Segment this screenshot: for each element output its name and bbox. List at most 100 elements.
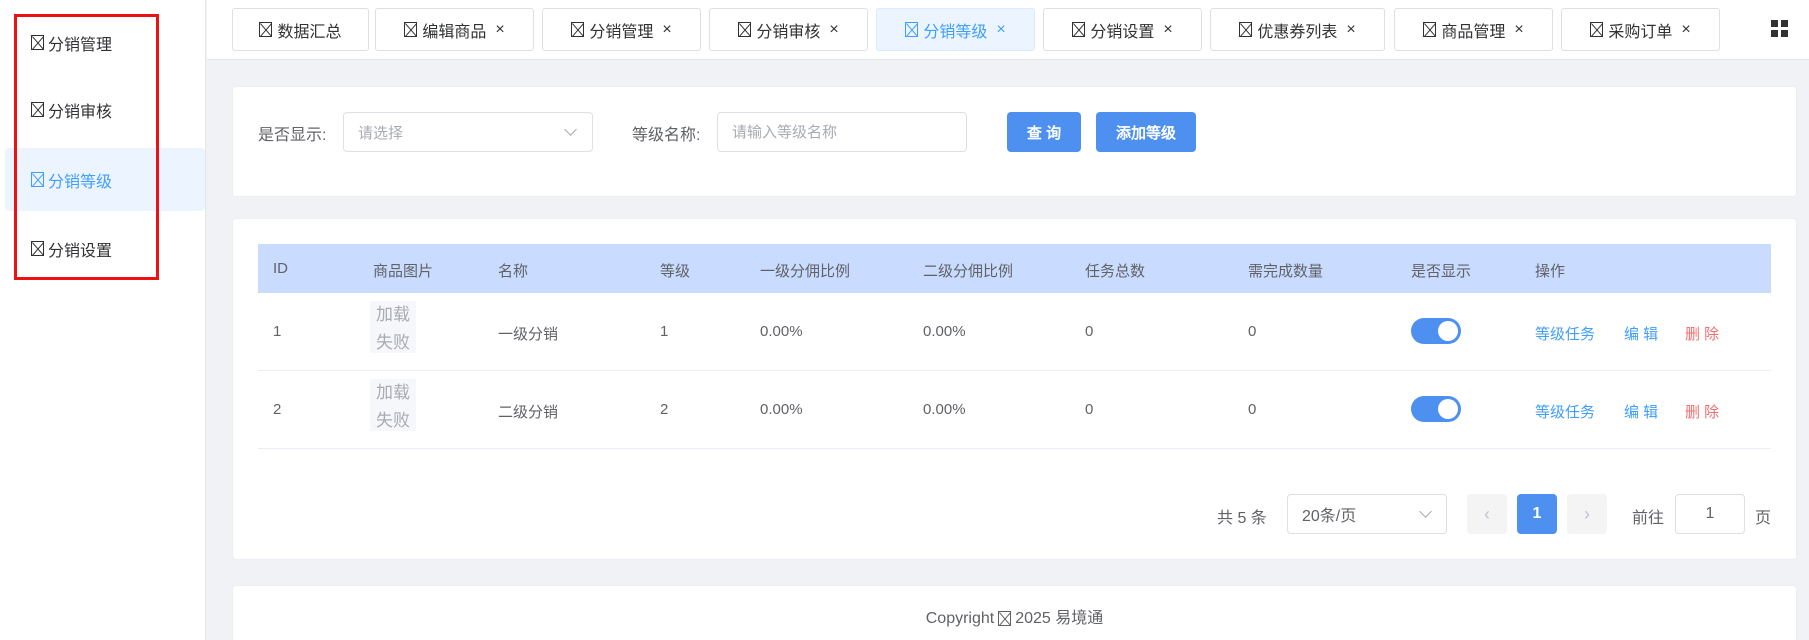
sidebar-item-distribution-management[interactable]: 分销管理	[5, 11, 205, 74]
page-size-value: 20条/页	[1302, 508, 1357, 525]
show-toggle[interactable]	[1411, 396, 1461, 422]
column-header: 名称	[498, 263, 529, 280]
add-level-button[interactable]: 添加等级	[1096, 112, 1196, 152]
cell-required: 0	[1248, 323, 1257, 340]
query-button[interactable]: 查 询	[1007, 112, 1081, 152]
level-name-input[interactable]	[717, 112, 967, 152]
delete-link[interactable]: 删 除	[1685, 401, 1719, 422]
column-header: 二级分佣比例	[923, 263, 1014, 280]
broken-icon	[31, 102, 44, 117]
close-icon[interactable]: ×	[495, 21, 504, 38]
broken-icon	[571, 22, 585, 37]
cell-id: 2	[273, 401, 282, 418]
table-header: ID 商品图片 名称 等级 一级分佣比例 二级分佣比例 任务总数 需完成数量 是…	[258, 244, 1771, 293]
level-task-link[interactable]: 等级任务	[1535, 323, 1595, 344]
broken-icon	[738, 22, 752, 37]
show-toggle[interactable]	[1411, 318, 1461, 344]
image-fail-text: 加载	[376, 383, 410, 402]
copyright-suffix: 2025 易境通	[1015, 610, 1104, 627]
tab-label: 分销等级	[923, 23, 988, 41]
column-header: ID	[273, 260, 288, 277]
copyright-icon	[998, 611, 1012, 627]
image-fail-text: 失败	[376, 333, 410, 352]
chevron-down-icon	[564, 123, 577, 136]
tab-label: 编辑商品	[422, 23, 487, 41]
edit-link[interactable]: 编 辑	[1624, 401, 1658, 422]
pagination-total: 共 5 条	[1217, 510, 1267, 527]
sidebar: 分销管理 分销审核 分销等级 分销设置	[0, 0, 206, 640]
next-page-button[interactable]: ›	[1567, 494, 1607, 534]
goto-page-input[interactable]	[1675, 494, 1745, 534]
cell-id: 1	[273, 323, 282, 340]
tab-product-management[interactable]: 商品管理 ×	[1394, 8, 1553, 51]
copyright-prefix: Copyright	[925, 610, 995, 627]
close-icon[interactable]: ×	[1681, 21, 1690, 38]
image-fail-text: 失败	[376, 411, 410, 430]
sidebar-item-distribution-level[interactable]: 分销等级	[5, 148, 205, 211]
close-icon[interactable]: ×	[996, 21, 1005, 38]
tab-edit-product[interactable]: 编辑商品 ×	[375, 8, 534, 51]
cell-rate2: 0.00%	[923, 401, 966, 418]
level-name-label: 等级名称:	[632, 127, 701, 144]
tab-label: 采购订单	[1608, 23, 1673, 41]
show-select[interactable]: 请选择	[343, 112, 593, 152]
sidebar-item-distribution-settings[interactable]: 分销设置	[5, 217, 205, 280]
edit-link[interactable]: 编 辑	[1624, 323, 1658, 344]
column-header: 商品图片	[373, 263, 434, 280]
broken-icon	[1590, 22, 1604, 37]
column-header: 操作	[1535, 263, 1566, 280]
column-header: 任务总数	[1085, 263, 1146, 280]
delete-link[interactable]: 删 除	[1685, 323, 1719, 344]
cell-rate1: 0.00%	[760, 323, 803, 340]
level-task-link[interactable]: 等级任务	[1535, 401, 1595, 422]
chevron-left-icon: ‹	[1484, 503, 1490, 524]
cell-required: 0	[1248, 401, 1257, 418]
tab-label: 优惠券列表	[1257, 23, 1338, 41]
close-icon[interactable]: ×	[662, 21, 671, 38]
tab-distribution-settings[interactable]: 分销设置 ×	[1043, 8, 1202, 51]
product-image-placeholder: 加载 失败	[370, 301, 416, 353]
close-icon[interactable]: ×	[1163, 21, 1172, 38]
broken-icon	[905, 22, 919, 37]
table-row: 1 加载 失败 一级分销 1 0.00% 0.00% 0 0 等级任务 编 辑 …	[258, 293, 1771, 371]
tab-distribution-level[interactable]: 分销等级 ×	[876, 8, 1035, 51]
page-suffix-label: 页	[1755, 510, 1772, 527]
tab-purchase-orders[interactable]: 采购订单 ×	[1561, 8, 1720, 51]
tab-label: 分销设置	[1090, 23, 1155, 41]
product-image-placeholder: 加载 失败	[370, 379, 416, 431]
goto-label: 前往	[1632, 510, 1665, 527]
broken-icon	[31, 35, 44, 50]
grid-menu-icon[interactable]	[1771, 20, 1788, 37]
broken-icon	[31, 241, 44, 256]
image-fail-text: 加载	[376, 305, 410, 324]
tab-distribution-review[interactable]: 分销审核 ×	[709, 8, 868, 51]
broken-icon	[31, 172, 44, 187]
close-icon[interactable]: ×	[829, 21, 838, 38]
sidebar-item-distribution-review[interactable]: 分销审核	[5, 78, 205, 141]
close-icon[interactable]: ×	[1346, 21, 1355, 38]
cell-level: 2	[660, 401, 669, 418]
tab-label: 分销审核	[756, 23, 821, 41]
tab-coupon-list[interactable]: 优惠券列表 ×	[1210, 8, 1385, 51]
broken-icon	[404, 22, 418, 37]
table-row: 2 加载 失败 二级分销 2 0.00% 0.00% 0 0 等级任务 编 辑 …	[258, 371, 1771, 449]
close-icon[interactable]: ×	[1514, 21, 1523, 38]
tab-label: 数据汇总	[277, 23, 342, 41]
prev-page-button[interactable]: ‹	[1467, 494, 1507, 534]
broken-icon	[1239, 22, 1253, 37]
footer-copyright: Copyright 2025 易境通	[232, 604, 1797, 628]
cell-rate1: 0.00%	[760, 401, 803, 418]
sidebar-item-label: 分销等级	[48, 173, 113, 191]
sidebar-item-label: 分销审核	[48, 103, 113, 121]
broken-icon	[1423, 22, 1437, 37]
cell-rate2: 0.00%	[923, 323, 966, 340]
cell-task-total: 0	[1085, 323, 1094, 340]
tab-distribution-management[interactable]: 分销管理 ×	[542, 8, 701, 51]
cell-name: 二级分销	[498, 404, 559, 421]
tab-data-summary[interactable]: 数据汇总	[232, 8, 369, 51]
page-size-select[interactable]: 20条/页	[1287, 494, 1447, 534]
sidebar-item-label: 分销管理	[48, 36, 113, 54]
page-number-button[interactable]: 1	[1517, 494, 1557, 534]
cell-level: 1	[660, 323, 669, 340]
cell-task-total: 0	[1085, 401, 1094, 418]
